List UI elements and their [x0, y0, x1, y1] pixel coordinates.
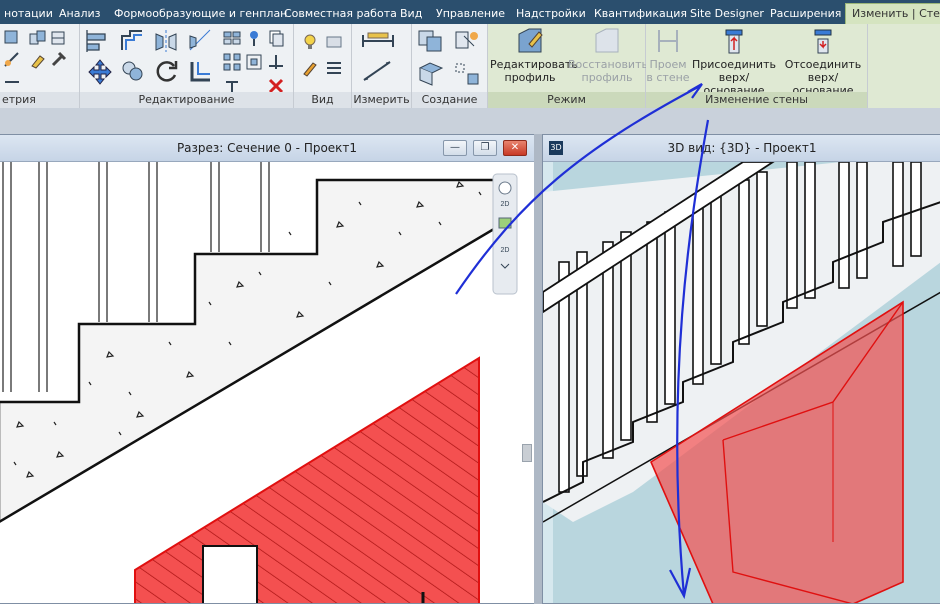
annotation-arrow-down	[676, 119, 710, 597]
annotation-arrows	[455, 83, 710, 600]
annotation-arrow-to-attach	[455, 85, 701, 295]
revit-window: нотации Анализ Формообразующие и генплан…	[0, 0, 940, 604]
